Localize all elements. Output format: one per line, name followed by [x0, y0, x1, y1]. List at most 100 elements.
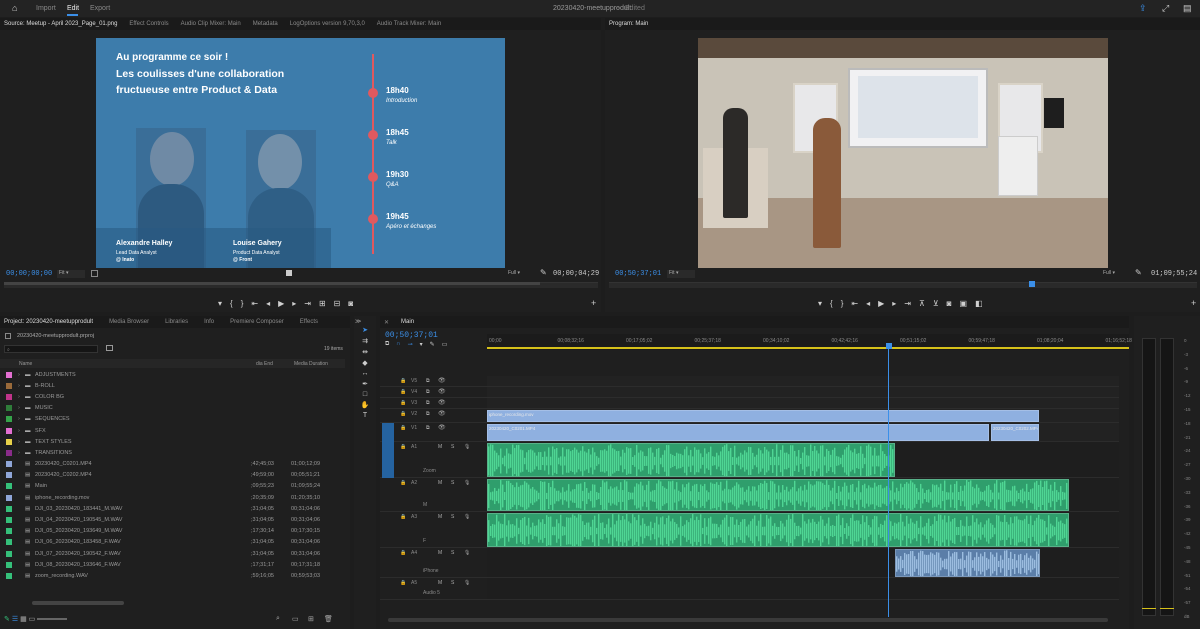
label-color-swatch[interactable]	[6, 528, 12, 535]
project-list-item[interactable]: ▤ zoom_recording.WAV ;59;16;05 00;59;53;03	[0, 570, 345, 581]
sync-lock-icon[interactable]: ⧉	[426, 411, 430, 417]
new-bin-footer-icon[interactable]: ▭	[292, 615, 299, 623]
source-patch[interactable]	[382, 423, 394, 442]
track-header-a4[interactable]: 🔒 A4 M S 🎙 iPhone	[380, 548, 487, 578]
tab-media-browser[interactable]: Media Browser	[109, 319, 149, 325]
label-color-swatch[interactable]	[6, 427, 12, 434]
timeline-close-icon[interactable]: ✕	[384, 319, 389, 326]
hand-tool-icon[interactable]: ✋	[358, 401, 372, 409]
source-patch[interactable]	[382, 398, 394, 409]
track-lane-v4[interactable]	[487, 387, 1119, 398]
track-lane-a5[interactable]	[487, 578, 1119, 600]
label-color-swatch[interactable]	[6, 539, 12, 546]
clip-c0201[interactable]: 20230420_C0201.MP4	[487, 424, 989, 441]
extract-icon[interactable]: ⊻	[933, 299, 939, 308]
program-mark-out-icon[interactable]: }	[841, 299, 844, 308]
lock-icon[interactable]: 🔒	[400, 378, 406, 384]
expand-chevron-icon[interactable]: ›	[18, 428, 25, 434]
source-patch[interactable]	[382, 578, 394, 600]
mic-icon[interactable]: 🎙	[464, 580, 470, 586]
expand-chevron-icon[interactable]: ›	[18, 394, 25, 400]
track-header-v2[interactable]: 🔒 V2 ⧉ 👁	[380, 409, 487, 423]
source-fit-select[interactable]: Fit ▾	[57, 270, 85, 278]
captions-icon[interactable]: ▭	[442, 341, 448, 348]
mark-in-icon[interactable]: ▾	[218, 299, 222, 308]
play-icon[interactable]: ▶	[278, 299, 284, 308]
label-color-swatch[interactable]	[6, 461, 12, 468]
col-media-duration[interactable]: Media Duration	[294, 361, 328, 367]
tools-menu-icon[interactable]: ≫	[355, 318, 361, 325]
program-wrench-icon[interactable]: ✎	[1135, 268, 1142, 277]
program-step-fwd-icon[interactable]: ▸	[892, 299, 896, 308]
track-header-a1[interactable]: 🔒 A1 M S 🎙 Zoom	[380, 442, 487, 478]
source-wrench-icon[interactable]: ✎	[540, 268, 547, 277]
label-color-swatch[interactable]	[6, 550, 12, 557]
label-color-swatch[interactable]	[6, 449, 12, 456]
project-list-item[interactable]: ▤ DJI_05_20230420_193649_M.WAV ;17;30;14 00…	[0, 526, 345, 537]
expand-chevron-icon[interactable]: ›	[18, 439, 25, 445]
label-color-swatch[interactable]	[6, 472, 12, 479]
pencil-icon[interactable]: ✎	[4, 616, 10, 623]
nav-export[interactable]: Export	[90, 5, 110, 12]
tab-project[interactable]: Project: 20230420-meetupprodult	[4, 319, 93, 325]
delete-icon[interactable]: 🗑	[324, 615, 333, 623]
solo-button[interactable]: S	[451, 580, 454, 586]
pen-tool-icon[interactable]: ✒	[358, 380, 372, 388]
source-add-button-icon[interactable]: +	[591, 298, 596, 308]
source-timecode-in[interactable]: 00;00;00;00	[6, 270, 52, 278]
solo-button[interactable]: S	[451, 514, 454, 520]
freeform-view-icon[interactable]: ▭	[29, 616, 36, 623]
source-settings-icon[interactable]	[91, 270, 98, 277]
col-name[interactable]: Name	[19, 361, 32, 367]
expand-chevron-icon[interactable]: ›	[18, 372, 25, 378]
program-timecode-in[interactable]: 00;50;37;01	[615, 270, 661, 278]
eye-icon[interactable]: 👁	[438, 424, 446, 431]
lock-icon[interactable]: 🔒	[400, 514, 406, 520]
lock-icon[interactable]: 🔒	[400, 580, 406, 586]
tab-effects[interactable]: Effects	[300, 319, 318, 325]
track-header-v4[interactable]: 🔒 V4 ⧉ 👁	[380, 387, 487, 398]
source-full-select[interactable]: Full ▾	[508, 270, 520, 276]
workspace-icon[interactable]: ▤	[1183, 3, 1192, 14]
project-list-item[interactable]: ▤ Main ;09;55;23 01;09;55;24	[0, 481, 345, 492]
clip-iphone-recording[interactable]: iphone_recording.mov	[487, 410, 1039, 422]
tab-audio-track-mixer[interactable]: Audio Track Mixer: Main	[377, 21, 441, 27]
new-bin-icon[interactable]	[106, 345, 113, 351]
project-list-item[interactable]: ▤ 20230420_C0201.MP4 ;42;45;03 01;00;12;09	[0, 459, 345, 470]
lock-icon[interactable]: 🔒	[400, 400, 406, 406]
project-list-item[interactable]: ▤ DJI_08_20230420_193646_F.WAV ;17;31;17 00…	[0, 559, 345, 570]
go-to-out-icon[interactable]: ⇥	[304, 299, 311, 308]
find-icon[interactable]: ⌕	[276, 615, 280, 623]
label-color-swatch[interactable]	[6, 561, 12, 568]
type-tool-icon[interactable]: T	[358, 412, 372, 419]
clip-iphone-audio[interactable]	[895, 549, 1040, 577]
tab-libraries[interactable]: Libraries	[165, 319, 188, 325]
mute-button[interactable]: M	[438, 480, 442, 486]
label-color-swatch[interactable]	[6, 483, 12, 490]
icon-view-icon[interactable]: ▦	[20, 616, 27, 623]
clip-m-audio[interactable]	[487, 479, 1069, 511]
source-patch[interactable]	[382, 442, 394, 478]
eye-icon[interactable]: 👁	[438, 388, 446, 395]
project-search-input[interactable]: ⌕	[4, 345, 98, 353]
sync-lock-icon[interactable]: ⧉	[426, 378, 430, 384]
project-list-item[interactable]: › ▬ B-ROLL	[0, 380, 345, 391]
project-list-item[interactable]: ▤ 20230420_C0202.MP4 ;49;59;00 00;05;51;21	[0, 470, 345, 481]
work-area-bar[interactable]	[487, 347, 1129, 349]
source-patch[interactable]	[382, 376, 394, 387]
track-header-v5[interactable]: 🔒 V5 ⧉ 👁	[380, 376, 487, 387]
track-header-v3[interactable]: 🔒 V3 ⧉ 👁	[380, 398, 487, 409]
lift-icon[interactable]: ⊼	[919, 299, 925, 308]
program-step-back-icon[interactable]: ◂	[866, 299, 870, 308]
track-header-a2[interactable]: 🔒 A2 M S 🎙 M	[380, 478, 487, 512]
label-color-swatch[interactable]	[6, 382, 12, 389]
label-color-swatch[interactable]	[6, 438, 12, 445]
project-list-item[interactable]: ▤ DJI_06_20230420_183458_F.WAV ;31;04;05 00…	[0, 537, 345, 548]
mute-button[interactable]: M	[438, 550, 442, 556]
list-view-icon[interactable]: ☰	[12, 616, 18, 623]
mute-button[interactable]: M	[438, 514, 442, 520]
program-mark-in-icon[interactable]: {	[830, 299, 833, 308]
clip-c0202[interactable]: 20230420_C0202.MP4	[991, 424, 1039, 441]
col-media-end[interactable]: dia End	[256, 361, 273, 367]
add-marker-icon[interactable]: ▾	[420, 341, 423, 348]
